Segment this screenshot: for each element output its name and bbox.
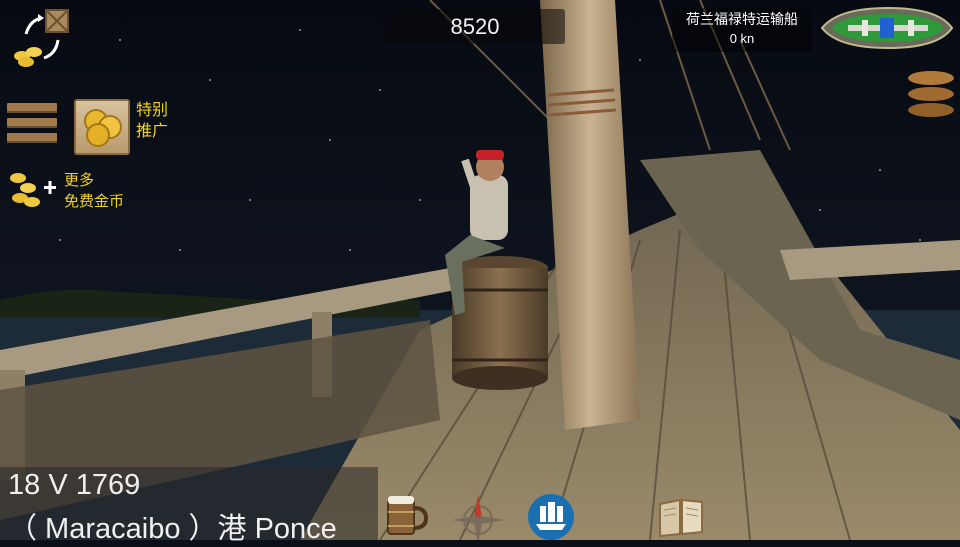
ship-info-panel: 荷兰福禄特运输船 0 kn — [672, 8, 812, 52]
ship-topdown-icon — [820, 6, 954, 50]
hamburger-menu-icon — [7, 103, 57, 113]
main-menu-button[interactable] — [7, 103, 57, 145]
free-gold-label[interactable]: 更多 免费金币 — [64, 170, 124, 212]
ship-icon — [528, 494, 574, 540]
cargo-button[interactable] — [906, 70, 956, 118]
gold-amount: 8520 — [450, 13, 500, 39]
gold-exchange-button[interactable] — [8, 6, 70, 68]
menu-bar — [7, 133, 57, 143]
add-gold-icon — [10, 173, 56, 207]
ship-deck-scene — [0, 0, 960, 540]
logbook-button[interactable] — [656, 490, 706, 540]
fleet-button[interactable] — [526, 490, 576, 540]
special-promo-button[interactable] — [74, 99, 130, 155]
promo-label-line2: 推广 — [136, 123, 169, 140]
gold-counter: 8520 — [385, 9, 565, 44]
ship-name: 荷兰福禄特运输船 — [686, 11, 798, 27]
gold-coins-icon — [84, 109, 122, 147]
port-location: （ Maracaibo ）港 Ponce — [8, 513, 337, 545]
gold-exchange-icon — [14, 9, 69, 67]
promo-label-line1: 特别 — [136, 102, 169, 119]
barrels-icon — [908, 71, 954, 117]
ship-speed: 0 kn — [729, 31, 755, 46]
book-icon — [659, 498, 703, 538]
mug-icon — [387, 496, 429, 535]
game-date: 18 V 1769 — [8, 469, 141, 501]
menu-bar — [7, 118, 57, 128]
compass-icon — [452, 494, 504, 546]
location-panel: 18 V 1769 （ Maracaibo ）港 Ponce — [0, 467, 378, 545]
navigation-button[interactable] — [450, 490, 504, 546]
free-gold-button[interactable] — [6, 168, 58, 212]
free-gold-line1: 更多 — [64, 172, 95, 189]
tavern-button[interactable] — [380, 490, 430, 540]
special-promo-label[interactable]: 特别 推广 — [136, 100, 168, 142]
ship-status-diagram[interactable] — [818, 4, 956, 52]
free-gold-line2: 免费金币 — [64, 193, 125, 210]
